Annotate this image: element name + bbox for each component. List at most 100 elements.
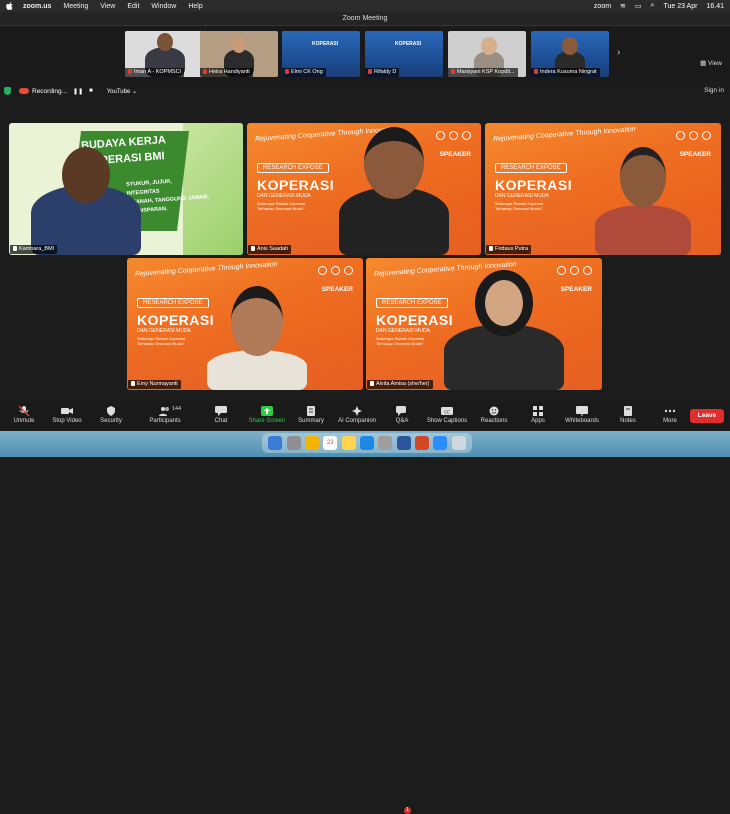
- thumb-tile[interactable]: KOPERASI Rifaldy D: [365, 31, 443, 77]
- pause-recording-icon[interactable]: ❚❚: [73, 88, 83, 95]
- participant-strip: Iman A - KOPMSCI Heira Handiyanti KOPERA…: [0, 27, 730, 82]
- settings-icon[interactable]: [378, 436, 393, 450]
- more-button[interactable]: More: [660, 406, 680, 424]
- view-button[interactable]: ▦ View: [700, 59, 722, 67]
- unmute-button[interactable]: Unmute: [10, 405, 38, 424]
- apple-icon[interactable]: [6, 2, 13, 10]
- livestream-dropdown[interactable]: YouTube ⌄: [107, 88, 137, 95]
- share-icon: [261, 406, 273, 416]
- stop-recording-icon[interactable]: ■: [89, 88, 93, 94]
- mic-muted-icon: [285, 69, 289, 74]
- qa-button[interactable]: Q&A: [392, 406, 412, 424]
- qa-icon: [396, 406, 408, 416]
- chat-button[interactable]: Chat: [210, 406, 232, 424]
- slide-body: Seberapa Ramah Koperasi Terhadap Generas…: [257, 201, 306, 211]
- svg-text:cc: cc: [444, 410, 450, 416]
- thumb-tile[interactable]: KOPERASI Elmi CK Ong: [282, 31, 360, 77]
- slide-subtitle: DAN GENERASI MUDA: [495, 193, 549, 199]
- research-expose-label: RESEARCH EXPOSE: [495, 163, 567, 173]
- time-label[interactable]: 16.41: [706, 3, 724, 10]
- mic-icon: [489, 246, 493, 251]
- shield-icon: [105, 406, 117, 416]
- encryption-shield-icon[interactable]: [4, 87, 11, 95]
- thumb-tile[interactable]: Heira Handiyanti: [200, 31, 278, 77]
- menu-view[interactable]: View: [100, 3, 115, 10]
- participant-video: [207, 286, 307, 390]
- sign-in-button[interactable]: Sign in: [704, 87, 724, 94]
- word-icon[interactable]: [396, 436, 411, 450]
- slide-title: KOPERASI: [376, 312, 454, 328]
- app-store-icon[interactable]: [359, 436, 374, 450]
- menu-edit[interactable]: Edit: [127, 3, 139, 10]
- mac-dock: 23: [262, 433, 472, 453]
- menu-meeting[interactable]: Meeting: [63, 3, 88, 10]
- show-captions-button[interactable]: cc Show Captions: [424, 406, 470, 424]
- video-icon: [61, 406, 73, 416]
- status-zoom[interactable]: zoom: [594, 3, 611, 10]
- recording-indicator[interactable]: Recording...: [19, 88, 67, 95]
- calendar-icon[interactable]: 23: [323, 436, 338, 450]
- leave-button[interactable]: Leave: [690, 409, 724, 423]
- speaker-label: SPEAKER: [679, 151, 711, 158]
- whiteboards-button[interactable]: Whiteboards: [563, 406, 601, 424]
- slide-body: Seberapa Ramah Koperasi Terhadap Generas…: [495, 201, 544, 211]
- speaker-label: SPEAKER: [439, 151, 471, 158]
- finder-icon[interactable]: [268, 436, 283, 450]
- trash-icon[interactable]: [451, 436, 466, 450]
- partner-logos: [557, 266, 592, 275]
- apps-button[interactable]: Apps: [528, 406, 548, 424]
- video-tile[interactable]: Rejuvenating Cooperative Through Innovat…: [366, 258, 602, 390]
- launchpad-icon[interactable]: [286, 436, 301, 450]
- slide-title: KOPERASI: [137, 312, 215, 328]
- participant-count: 144: [172, 406, 182, 412]
- notes-button[interactable]: Notes: [618, 406, 638, 424]
- research-expose-label: RESEARCH EXPOSE: [257, 163, 329, 173]
- thumb-name: Heira Handiyanti: [200, 68, 253, 77]
- menu-window[interactable]: Window: [151, 3, 176, 10]
- stop-video-button[interactable]: Stop Video: [50, 406, 84, 424]
- slide-header: Rejuvenating Cooperative Through Innovat…: [134, 261, 278, 278]
- mic-off-icon: [18, 405, 30, 417]
- thumb-tile[interactable]: Marsiyani KSP Kopdit...: [448, 31, 526, 77]
- video-tile[interactable]: Rejuvenating Cooperative Through Innovat…: [127, 258, 363, 390]
- menu-help[interactable]: Help: [188, 3, 202, 10]
- participant-name-label: Alvita Amisa (she/her): [367, 380, 433, 389]
- notes-app-icon[interactable]: [341, 436, 356, 450]
- meeting-toolbar: Unmute Stop Video Security Participants …: [0, 403, 730, 814]
- ai-companion-button[interactable]: AI Companion: [336, 406, 378, 424]
- security-button[interactable]: Security: [97, 406, 125, 424]
- chat-icon: [215, 406, 227, 416]
- slide-title: KOPERASI: [257, 177, 335, 193]
- zoom-app-icon[interactable]: [433, 436, 448, 450]
- powerpoint-icon[interactable]: [415, 436, 430, 450]
- mic-icon: [251, 246, 255, 251]
- mic-icon: [131, 381, 135, 386]
- recording-bar: Recording... ❚❚ ■ YouTube ⌄: [0, 84, 730, 98]
- participant-name-label: Emy Nurmayanti: [128, 380, 181, 389]
- slide-subtitle: DAN GENERASI MUDA: [137, 328, 191, 334]
- mic-muted-icon: [368, 69, 372, 74]
- window-titlebar: Zoom Meeting: [0, 12, 730, 26]
- menu-app-name[interactable]: zoom.us: [23, 3, 51, 10]
- thumb-name: Elmi CK Ong: [282, 68, 326, 77]
- video-tile[interactable]: BUDAYA KERJA KOPERASI BMI SYUKUR, JUJUR,…: [9, 123, 243, 255]
- participant-name-label: Firdaus Putra: [486, 245, 532, 254]
- qa-badge: 1: [404, 807, 411, 814]
- summary-icon: [305, 406, 317, 416]
- share-screen-button[interactable]: Share Screen: [247, 406, 287, 424]
- chevron-right-icon[interactable]: ›: [617, 47, 620, 58]
- wifi-icon[interactable]: ≋: [620, 2, 626, 10]
- thumb-name: Iman A - KOPMSCI: [125, 68, 185, 77]
- partner-logos: [676, 131, 711, 140]
- thumb-tile[interactable]: Indera Kusuma Ningrat: [531, 31, 609, 77]
- slide-body: Seberapa Ramah Koperasi Terhadap Generas…: [137, 336, 186, 346]
- summary-button[interactable]: Summary: [296, 406, 326, 424]
- thumb-tile[interactable]: Iman A - KOPMSCI: [125, 31, 203, 77]
- reactions-button[interactable]: Reactions: [478, 406, 510, 424]
- chrome-icon[interactable]: [304, 436, 319, 450]
- video-tile[interactable]: Rejuvenating Cooperative Through Innovat…: [485, 123, 721, 255]
- control-center-icon[interactable]: ▭: [635, 2, 642, 10]
- video-tile[interactable]: Rejuvenating Cooperative Through Innovat…: [247, 123, 481, 255]
- search-icon[interactable]: ⌕: [651, 2, 655, 10]
- date-label[interactable]: Tue 23 Apr: [663, 3, 697, 10]
